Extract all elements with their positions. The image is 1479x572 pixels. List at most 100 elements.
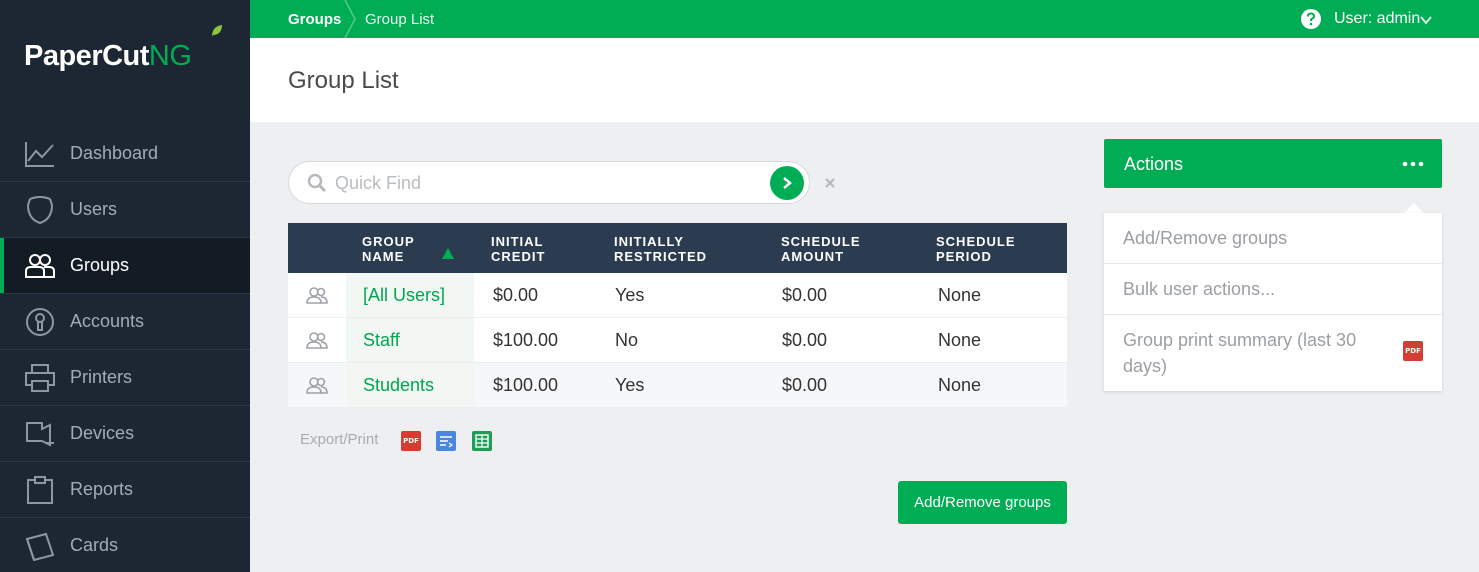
sort-ascending-icon[interactable] [442, 248, 454, 259]
header-line: SCHEDULE [936, 234, 1016, 249]
group-name-link[interactable]: Staff [363, 330, 400, 351]
sidebar-item-printers[interactable]: Printers [0, 350, 250, 406]
clipboard-icon [24, 475, 56, 505]
group-icon [306, 377, 328, 394]
header-line: CREDIT [491, 249, 546, 264]
schedule-amount: $0.00 [782, 285, 828, 305]
sidebar-item-label: Reports [70, 479, 134, 499]
schedule-period: None [938, 375, 982, 395]
logo-suffix: NG [148, 40, 192, 72]
sidebar-item-label: Users [70, 199, 118, 219]
search-icon [307, 173, 327, 193]
sidebar: PaperCutNG Dashboard Users Groups Accoun… [0, 0, 250, 572]
sidebar-item-reports[interactable]: Reports [0, 462, 250, 518]
export-html-icon[interactable] [436, 431, 456, 451]
sidebar-item-label: Groups [70, 255, 130, 275]
column-header-schedule-amount[interactable]: SCHEDULE AMOUNT [781, 234, 861, 264]
initial-credit: $100.00 [493, 330, 559, 350]
search-go-button[interactable] [770, 166, 804, 200]
actions-header[interactable]: Actions [1104, 139, 1442, 188]
column-header-schedule-period[interactable]: SCHEDULE PERIOD [936, 234, 1016, 264]
page-title: Group List [288, 67, 399, 94]
add-remove-groups-button[interactable]: Add/Remove groups [898, 481, 1067, 524]
action-label: Group print summary (last 30 days) [1123, 330, 1357, 376]
group-icon [306, 287, 328, 304]
quick-find [288, 161, 810, 204]
export-print-label: Export/Print [300, 431, 379, 448]
initially-restricted: Yes [615, 285, 645, 305]
top-bar: Groups Group List User: admin [250, 0, 1479, 38]
user-menu[interactable]: User: admin [1334, 10, 1420, 28]
table-row: Students $100.00 Yes $0.00 None [288, 363, 1067, 408]
action-label: Add/Remove groups [1123, 228, 1288, 248]
sidebar-item-label: Devices [70, 423, 135, 443]
account-icon [24, 307, 56, 337]
clear-search-icon[interactable] [822, 175, 838, 191]
schedule-amount: $0.00 [782, 375, 828, 395]
help-icon[interactable] [1300, 8, 1322, 30]
action-group-print-summary[interactable]: Group print summary (last 30 days) PDF [1104, 315, 1442, 391]
column-header-group-name[interactable]: GROUP NAME [362, 234, 415, 264]
schedule-period: None [938, 330, 982, 350]
groups-table: GROUP NAME INITIAL CREDIT INITIALLY RESTRIC… [288, 223, 1067, 408]
group-icon [24, 251, 56, 281]
header-line: NAME [362, 249, 405, 264]
header-line: SCHEDULE [781, 234, 861, 249]
user-icon [24, 195, 56, 225]
action-label: Bulk user actions... [1123, 279, 1276, 299]
breadcrumb-separator-icon [344, 0, 356, 38]
initially-restricted: Yes [615, 375, 645, 395]
table-row: [All Users] $0.00 Yes $0.00 None [288, 273, 1067, 318]
actions-title: Actions [1124, 154, 1184, 174]
leaf-icon [212, 25, 222, 37]
printer-icon [24, 363, 56, 393]
menu-caret [1404, 203, 1424, 213]
sidebar-item-label: Cards [70, 535, 119, 555]
header-line: INITIAL [491, 234, 544, 249]
device-icon [24, 419, 56, 449]
breadcrumb-group-list: Group List [365, 11, 435, 28]
column-header-initial-credit[interactable]: INITIAL CREDIT [491, 234, 545, 264]
group-name-link[interactable]: [All Users] [363, 285, 445, 306]
header-line: PERIOD [936, 249, 992, 264]
initially-restricted: No [615, 330, 639, 350]
logo-text: PaperCut [24, 40, 149, 72]
chart-line-icon [24, 139, 56, 169]
sidebar-item-cards[interactable]: Cards [0, 518, 250, 572]
more-dots-icon[interactable] [1402, 161, 1424, 167]
schedule-amount: $0.00 [782, 330, 828, 350]
sidebar-item-groups[interactable]: Groups [0, 238, 250, 294]
papercut-logo[interactable]: PaperCutNG [24, 25, 222, 74]
group-icon [306, 332, 328, 349]
header-line: INITIALLY [614, 234, 684, 249]
sidebar-item-devices[interactable]: Devices [0, 406, 250, 462]
chevron-right-icon [783, 177, 792, 189]
schedule-period: None [938, 285, 982, 305]
breadcrumb-groups[interactable]: Groups [288, 11, 341, 28]
pdf-icon[interactable]: PDF [1403, 341, 1423, 361]
sidebar-item-label: Accounts [70, 311, 145, 331]
header-line: GROUP [362, 234, 415, 249]
initial-credit: $100.00 [493, 375, 559, 395]
chevron-down-icon[interactable] [1419, 13, 1433, 27]
export-csv-icon[interactable] [472, 431, 492, 451]
header-line: AMOUNT [781, 249, 845, 264]
initial-credit: $0.00 [493, 285, 539, 305]
actions-menu: Add/Remove groups Bulk user actions... G… [1104, 213, 1442, 391]
action-bulk-user-actions[interactable]: Bulk user actions... [1104, 264, 1442, 315]
sidebar-item-label: Dashboard [70, 143, 159, 163]
sidebar-item-users[interactable]: Users [0, 182, 250, 238]
group-name-link[interactable]: Students [363, 375, 434, 396]
search-input[interactable] [335, 170, 755, 196]
sidebar-item-dashboard[interactable]: Dashboard [0, 126, 250, 182]
column-header-initially-restricted[interactable]: INITIALLY RESTRICTED [614, 234, 707, 264]
table-row: Staff $100.00 No $0.00 None [288, 318, 1067, 363]
page-header: Group List [250, 38, 1479, 122]
cards-icon [24, 531, 56, 562]
sidebar-item-label: Printers [70, 367, 133, 387]
header-line: RESTRICTED [614, 249, 708, 264]
table-header: GROUP NAME INITIAL CREDIT INITIALLY RESTRIC… [288, 223, 1067, 273]
sidebar-item-accounts[interactable]: Accounts [0, 294, 250, 350]
action-add-remove-groups[interactable]: Add/Remove groups [1104, 213, 1442, 264]
export-pdf-icon[interactable]: PDF [401, 431, 421, 451]
